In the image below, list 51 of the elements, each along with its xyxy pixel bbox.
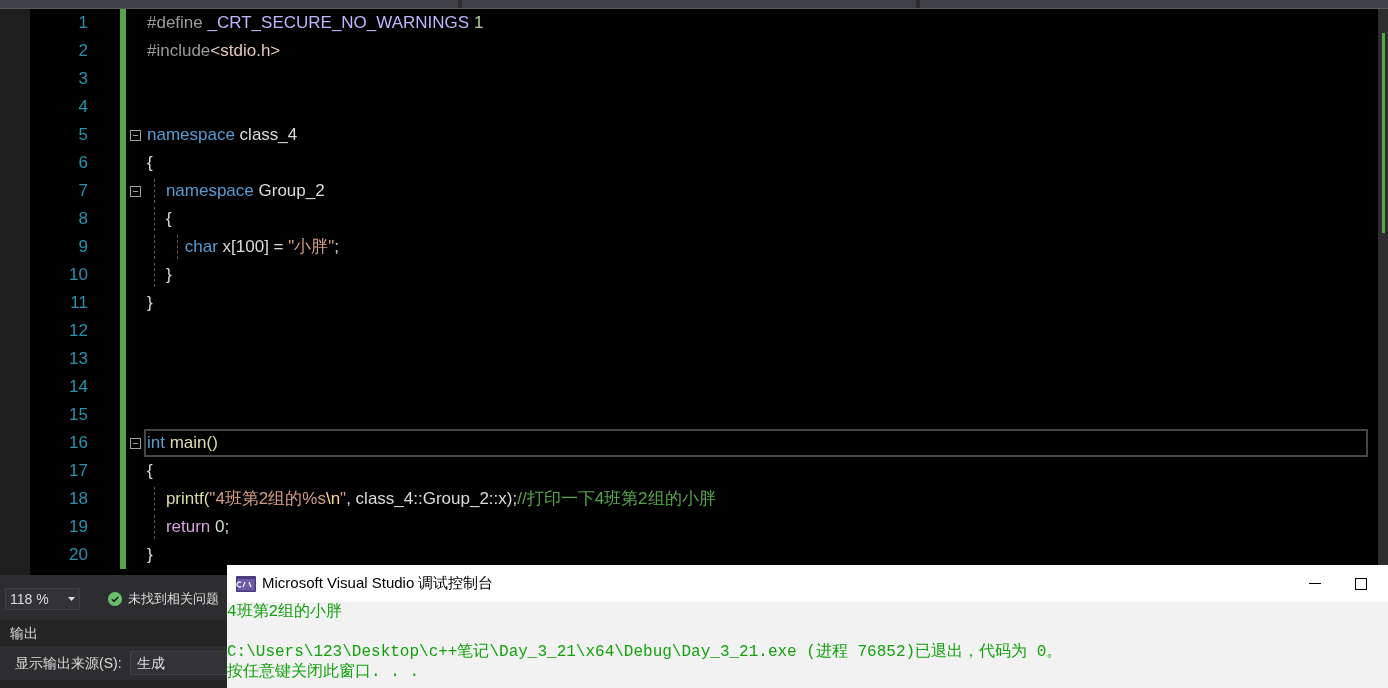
scrollbar[interactable] [1378,9,1388,565]
collapse-icon[interactable] [129,185,141,197]
line-number: 10 [69,264,88,287]
code-line: { [147,460,153,483]
maximize-icon [1355,577,1367,590]
code-line: char x[100] = "小胖"; [183,236,340,259]
line-number: 1 [78,12,88,35]
code-line: } [147,292,153,315]
line-number: 11 [70,292,88,315]
code-line: { [164,208,172,231]
zoom-dropdown[interactable]: 118 % [5,588,80,610]
line-number: 13 [69,348,88,371]
caret-icon [68,597,75,601]
code-line: namespace class_4 [147,124,298,147]
issues-status[interactable]: 未找到相关问题 [128,589,219,609]
line-number: 20 [69,544,88,567]
code-line: #include<stdio.h> [147,40,281,63]
line-number: 16 [69,432,88,455]
console-app-icon [236,575,256,592]
line-number: 14 [69,376,88,399]
line-number: 19 [69,516,88,539]
output-panel-title: 输出 [10,623,38,643]
code-line: namespace Group_2 [164,180,325,203]
collapse-icon[interactable] [129,129,141,141]
code-line: } [147,544,153,567]
line-number: 2 [78,40,88,63]
code-line: printf("4班第2组的%s\n", class_4::Group_2::x);//打印一下4班第2组的小胖 [164,488,716,511]
console-output-line: 4班第2组的小胖 [227,602,344,622]
console-output-line: C:\Users\123\Desktop\c++笔记\Day_3_21\x64\Debug\Day_3_21.exe (进程 76852)已退出，代码为 0。 [227,642,1064,662]
check-circle-icon [108,592,122,606]
line-number: 6 [78,152,88,175]
code-line: int main() [147,432,218,455]
line-number: 17 [69,460,88,483]
line-number: 4 [78,96,88,119]
minimize-icon [1309,583,1321,584]
collapse-icon[interactable] [129,437,141,449]
output-source-label: 显示输出来源(S): [15,653,122,673]
code-line: { [147,152,153,175]
code-line: } [164,264,172,287]
line-number: 3 [78,68,88,91]
line-number: 15 [69,404,88,427]
line-number: 18 [69,488,88,511]
line-number: 8 [78,208,88,231]
line-number: 9 [78,236,88,259]
window-title: Microsoft Visual Studio 调试控制台 [262,573,494,594]
code-line: return 0; [164,516,230,539]
line-number: 7 [78,180,88,203]
code-line: #define _CRT_SECURE_NO_WARNINGS 1 [147,12,484,35]
console-output-line: 按任意键关闭此窗口. . . [227,662,420,682]
line-number: 12 [69,320,88,343]
line-number: 5 [78,124,88,147]
